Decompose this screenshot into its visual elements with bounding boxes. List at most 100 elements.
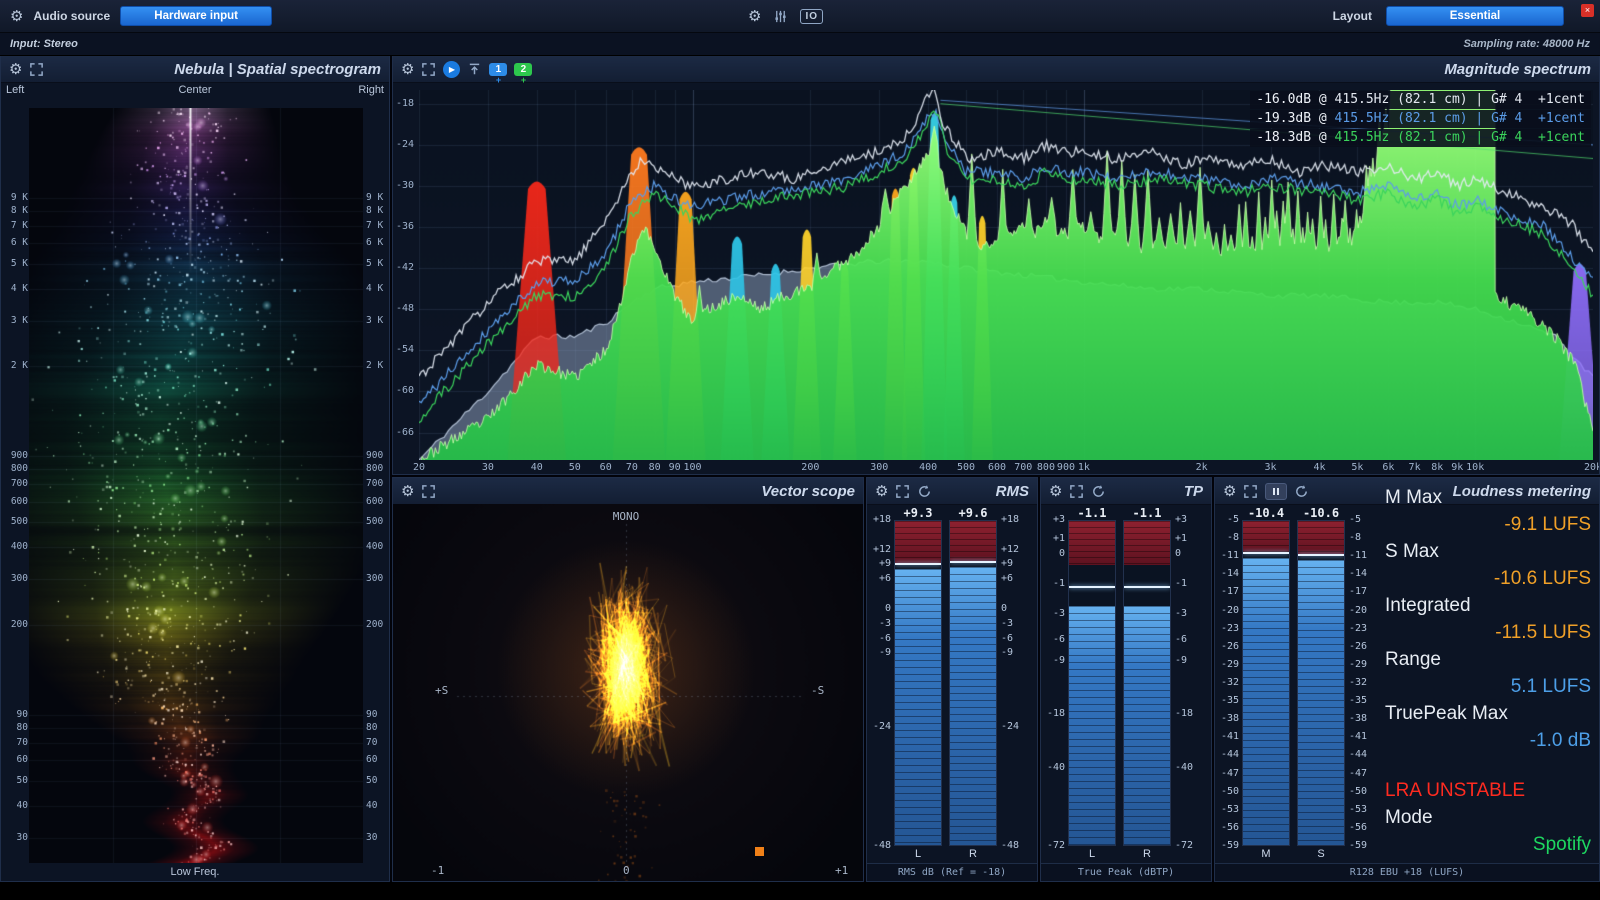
spectrum-fullscreen-icon[interactable]	[421, 62, 436, 77]
audio-source-label: Audio source	[33, 9, 110, 23]
meter-scale-label: -3	[1041, 608, 1065, 619]
snapshot-2-chip[interactable]: 2	[514, 63, 532, 76]
meter-scale-label: -3	[867, 618, 891, 629]
spatial-header: ⚙ Nebula | Spatial spectrogram	[1, 56, 389, 83]
audio-source-gear-icon[interactable]: ⚙	[10, 9, 23, 24]
freq-tick-label: 2 K	[364, 360, 390, 371]
vector-settings-gear-icon[interactable]: ⚙	[401, 484, 414, 499]
essential-button[interactable]: Essential	[1386, 6, 1564, 26]
meter-scale-label: 0	[867, 603, 891, 614]
tp-settings-gear-icon[interactable]: ⚙	[1049, 484, 1062, 499]
spectrum-x-tick: 60	[600, 462, 612, 473]
meter-scale-label: -72	[1175, 840, 1209, 851]
meter-scale-label: -1	[1175, 578, 1209, 589]
freq-tick-label: 500	[2, 516, 28, 527]
meter-scale-label: -9	[1001, 647, 1035, 658]
loudness-stat-value: -9.1 LUFS	[1385, 511, 1591, 538]
freq-tick-label: 300	[364, 573, 390, 584]
meter-scale-label: 0	[1175, 548, 1209, 559]
snapshot-slot-1[interactable]: 1 +	[489, 63, 507, 85]
spectrum-x-tick: 100	[683, 462, 701, 473]
snapshot-2-add-icon[interactable]: +	[521, 76, 526, 85]
spectrum-settings-gear-icon[interactable]: ⚙	[401, 62, 414, 77]
spectrum-title: Magnitude spectrum	[1444, 61, 1591, 78]
meter-scale-label: -50	[1349, 786, 1383, 797]
spectrum-cursor-readout: -16.0dB @ 415.5Hz (82.1 cm) | G# 4 +1cen…	[1250, 91, 1591, 148]
topbar-row1: ⚙ Audio source Hardware input ⚙ IO Layou…	[0, 0, 1600, 33]
freq-tick-label: 4 K	[2, 283, 28, 294]
loudness-settings-gear-icon[interactable]: ⚙	[1223, 484, 1236, 499]
meter-peak-value: +9.6	[949, 506, 997, 520]
loudness-reset-icon[interactable]	[1294, 484, 1309, 499]
right-channel-label: Right	[358, 84, 384, 96]
loudness-pause-button[interactable]	[1265, 483, 1287, 500]
meter-scale-label: -23	[1349, 623, 1383, 634]
meter-scale-label: -20	[1215, 605, 1239, 616]
loudness-metering-panel: ⚙ Loudness metering -10.4-10.6-5-5-8-8-1…	[1214, 477, 1600, 882]
snapshot-slot-2[interactable]: 2 +	[514, 63, 532, 85]
meter-scale-label: -1	[1041, 578, 1065, 589]
meter-caption: R128 EBU +18 (LUFS)	[1215, 863, 1599, 881]
live-play-icon[interactable]: ▶	[443, 61, 460, 78]
meter-scale-label: -53	[1349, 804, 1383, 815]
peak-hold-top-icon[interactable]	[467, 62, 482, 77]
meter-channel-label: L	[1068, 848, 1116, 860]
freq-tick-label: 9 K	[2, 192, 28, 203]
spectrum-x-axis: 2030405060708090100200300400500600700800…	[419, 462, 1593, 475]
meter-scale-label: -23	[1215, 623, 1239, 634]
meter-over-zone	[895, 521, 941, 564]
sliders-icon[interactable]	[773, 9, 788, 24]
close-button[interactable]: ×	[1581, 4, 1594, 17]
meter-peak-hold-line	[1069, 586, 1115, 588]
loudness-stat-label: TruePeak Max	[1385, 700, 1591, 727]
spectrum-y-tick: -48	[396, 303, 414, 314]
vector-fullscreen-icon[interactable]	[421, 484, 436, 499]
snapshot-1-add-icon[interactable]: +	[496, 76, 501, 85]
meter-caption: True Peak (dBTP)	[1041, 863, 1211, 881]
freq-tick-label: 5 K	[364, 258, 390, 269]
meter-scale-label: -35	[1349, 695, 1383, 706]
rms-meter-body: +9.3+9.6+18+18+12+12+9+9+6+600-3-3-6-6-9…	[867, 504, 1037, 881]
rms-meter-panel: ⚙ RMS +9.3+9.6+18+18+12+12+9+9+6+600-3-3…	[866, 477, 1038, 882]
tp-fullscreen-icon[interactable]	[1069, 484, 1084, 499]
meter-scale-label: +6	[867, 573, 891, 584]
rms-fullscreen-icon[interactable]	[895, 484, 910, 499]
meter-scale-label: -14	[1215, 568, 1239, 579]
meter-channel-label: L	[894, 848, 942, 860]
meter-peak-value: -1.1	[1068, 506, 1116, 520]
freq-tick-label: 4 K	[364, 283, 390, 294]
spectrum-x-tick: 1k	[1078, 462, 1090, 473]
meter-scale-label: +6	[1001, 573, 1035, 584]
layout-group: Layout Essential	[1333, 6, 1600, 26]
settings-gear-icon[interactable]: ⚙	[748, 9, 761, 24]
freq-tick-label: 40	[364, 800, 390, 811]
spectrum-x-tick: 200	[801, 462, 819, 473]
spatial-settings-gear-icon[interactable]: ⚙	[9, 62, 22, 77]
plus-s-label: +S	[435, 684, 448, 697]
minus-one-label: -1	[431, 864, 444, 877]
hardware-input-button[interactable]: Hardware input	[120, 6, 272, 26]
meter-scale-label: +3	[1041, 514, 1065, 525]
spatial-axis-top: Left Center Right	[1, 84, 389, 98]
spatial-fullscreen-icon[interactable]	[29, 62, 44, 77]
meter-scale-label: -48	[1001, 840, 1035, 851]
meter-scale-label: -50	[1215, 786, 1239, 797]
loudness-fullscreen-icon[interactable]	[1243, 484, 1258, 499]
spectrum-x-tick: 50	[569, 462, 581, 473]
meter-scale-label: -59	[1349, 840, 1383, 851]
meter-scale-label: +9	[1001, 558, 1035, 569]
meter-scale-label: -44	[1349, 749, 1383, 760]
topbar: ⚙ Audio source Hardware input ⚙ IO Layou…	[0, 0, 1600, 55]
meter-scale-label: -3	[1175, 608, 1209, 619]
rms-settings-gear-icon[interactable]: ⚙	[875, 484, 888, 499]
snapshot-1-chip[interactable]: 1	[489, 63, 507, 76]
rms-reset-icon[interactable]	[917, 484, 932, 499]
mode-label: Mode	[1385, 804, 1591, 831]
freq-tick-label: 5 K	[2, 258, 28, 269]
freq-tick-label: 400	[364, 541, 390, 552]
layout-label: Layout	[1333, 9, 1372, 23]
spectrum-x-tick: 4k	[1313, 462, 1325, 473]
loudness-stat-value: -1.0 dB	[1385, 727, 1591, 754]
io-icon[interactable]: IO	[800, 9, 823, 24]
tp-reset-icon[interactable]	[1091, 484, 1106, 499]
